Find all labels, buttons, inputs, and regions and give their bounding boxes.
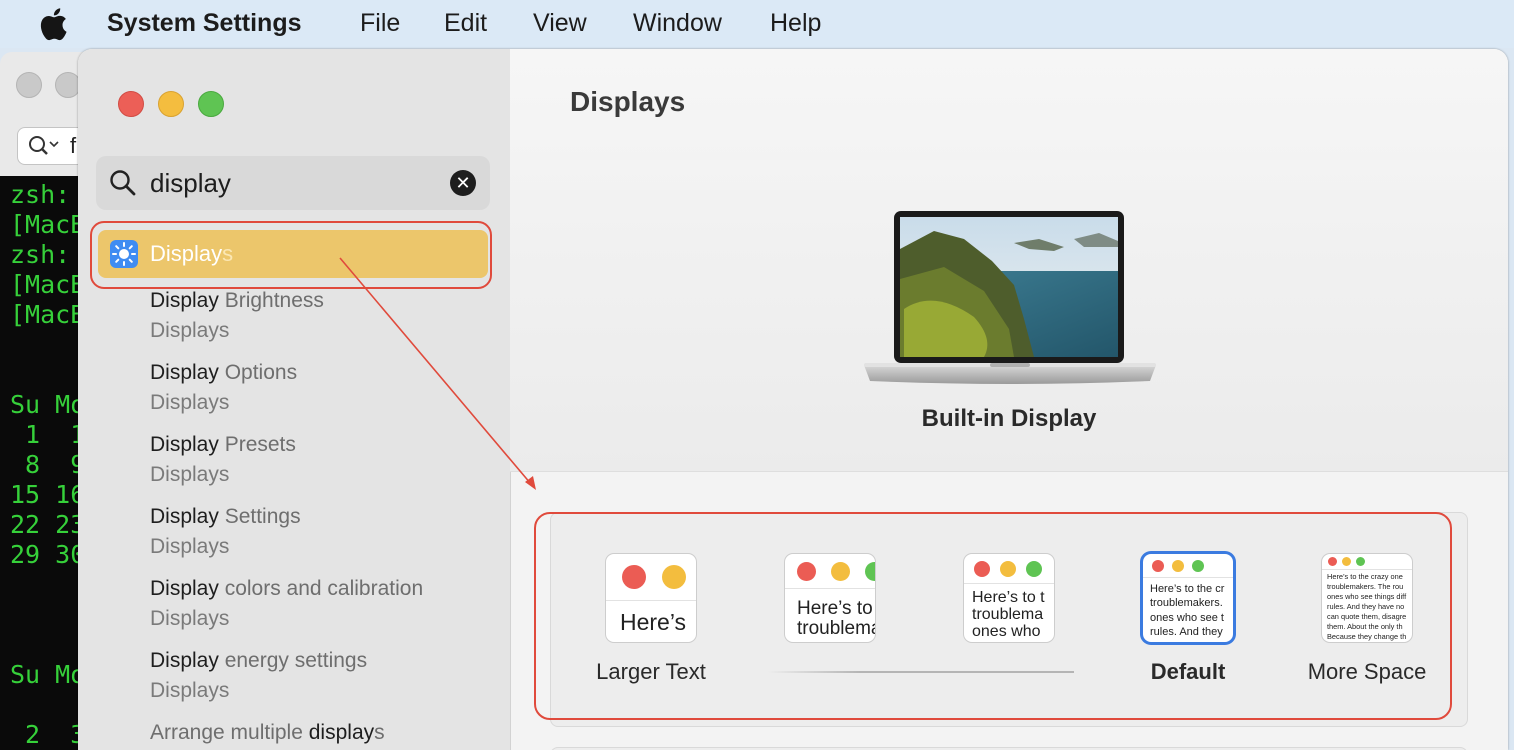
annotation-highlight-box: [534, 512, 1452, 720]
result-rest: Brightness: [218, 289, 324, 312]
result-match: Display: [150, 289, 219, 312]
zoom-button[interactable]: [198, 91, 224, 117]
apple-menu-icon[interactable]: [38, 7, 68, 41]
result-prefix: Arrange multiple: [150, 721, 309, 744]
sidebar: display ✕ Displays Display Brightness Di…: [78, 49, 511, 750]
macbook-illustration[interactable]: [864, 209, 1156, 387]
result-rest: Options: [218, 361, 298, 384]
search-result-item[interactable]: Arrange multiple displays: [150, 721, 385, 745]
search-result-item[interactable]: Display Brightness Displays: [150, 289, 324, 343]
terminal-line: 22 23: [10, 510, 86, 539]
search-result-item[interactable]: Display energy settings Displays: [150, 649, 367, 703]
result-category: Displays: [150, 319, 230, 342]
result-category: Displays: [150, 391, 230, 414]
result-rest: Settings: [218, 505, 301, 528]
terminal-line: 8 9: [10, 450, 86, 479]
result-rest: Presets: [218, 433, 296, 456]
terminal-line: zsh:: [10, 240, 71, 269]
terminal-line: 15 16: [10, 480, 86, 509]
search-result-item[interactable]: Display Settings Displays: [150, 505, 301, 559]
menu-edit[interactable]: Edit: [444, 9, 487, 38]
menu-app-name[interactable]: System Settings: [107, 9, 302, 38]
system-settings-window: display ✕ Displays Display Brightness Di…: [78, 49, 1508, 750]
menu-help[interactable]: Help: [770, 9, 821, 38]
display-name: Built-in Display: [921, 405, 1097, 432]
terminal-line: 1 1: [10, 420, 86, 449]
terminal-close-button[interactable]: [16, 72, 42, 98]
search-result-item[interactable]: Display Options Displays: [150, 361, 297, 415]
terminal-search-text: f: [70, 133, 77, 158]
search-result-item[interactable]: Display Presets Displays: [150, 433, 296, 487]
terminal-line: zsh:: [10, 180, 71, 209]
search-input[interactable]: display: [150, 168, 231, 199]
displays-pane: Displays Built-in Display Here’s Larger …: [510, 49, 1508, 750]
result-rest: s: [374, 721, 385, 744]
result-match: display: [308, 721, 375, 744]
result-match: Display: [150, 505, 219, 528]
search-icon: [110, 170, 136, 196]
result-match: Display: [150, 361, 219, 384]
result-rest: energy settings: [218, 649, 368, 672]
terminal-line: 29 30: [10, 540, 86, 569]
menu-view[interactable]: View: [533, 9, 587, 38]
menu-bar: System Settings File Edit View Window He…: [0, 0, 1514, 48]
terminal-line: Su Mo: [10, 390, 86, 419]
clear-search-icon[interactable]: ✕: [450, 170, 476, 196]
terminal-line: Su Mo: [10, 660, 86, 689]
terminal-line: 2 3: [10, 720, 86, 749]
annotation-highlight-box: [90, 221, 492, 289]
sidebar-search-field[interactable]: display ✕: [96, 156, 490, 210]
result-category: Displays: [150, 463, 230, 486]
menu-file[interactable]: File: [360, 9, 400, 38]
minimize-button[interactable]: [158, 91, 184, 117]
result-category: Displays: [150, 535, 230, 558]
result-category: Displays: [150, 607, 230, 630]
page-title: Displays: [570, 86, 686, 117]
close-button[interactable]: [118, 91, 144, 117]
result-match: Display: [150, 577, 219, 600]
result-match: Display: [150, 433, 219, 456]
menu-window[interactable]: Window: [633, 9, 722, 38]
search-icon: [29, 136, 59, 155]
result-match: Display: [150, 649, 219, 672]
result-rest: colors and calibration: [218, 577, 424, 600]
search-result-item[interactable]: Display colors and calibration Displays: [150, 577, 423, 631]
result-category: Displays: [150, 679, 230, 702]
